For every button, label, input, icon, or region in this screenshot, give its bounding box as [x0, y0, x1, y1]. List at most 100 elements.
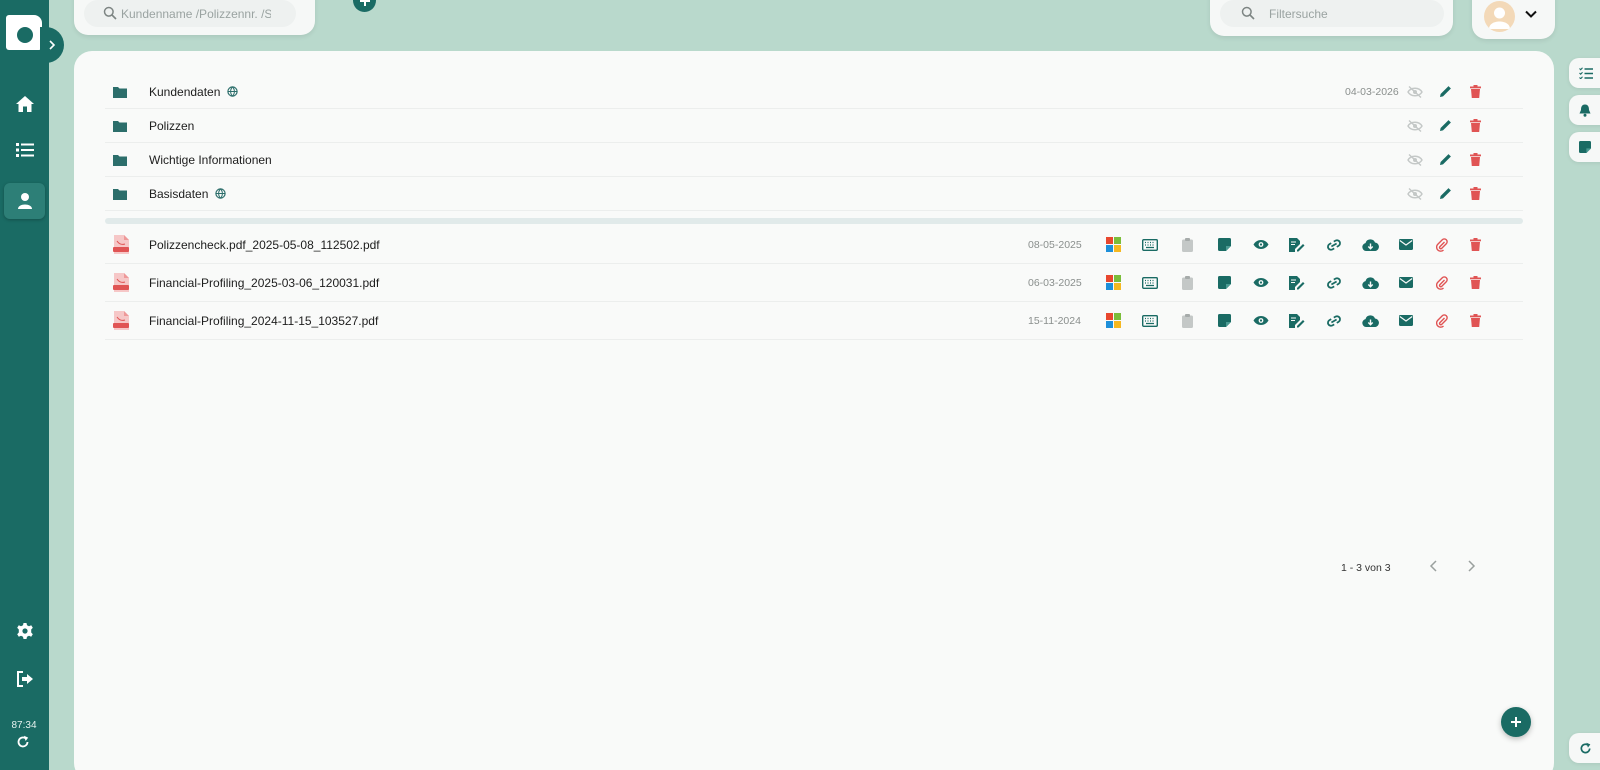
paperclip-icon: [1436, 275, 1448, 290]
keyboard-button[interactable]: [1139, 272, 1161, 294]
email-button[interactable]: [1395, 234, 1417, 256]
preview-button[interactable]: [1250, 310, 1272, 332]
delete-button[interactable]: [1464, 183, 1486, 205]
search-icon: [103, 6, 117, 20]
visibility-toggle-button[interactable]: [1404, 115, 1426, 137]
edit-button[interactable]: [1434, 115, 1456, 137]
folder-icon: [113, 86, 127, 98]
folder-name: Basisdaten: [149, 186, 209, 201]
attachment-button[interactable]: [1431, 272, 1453, 294]
previous-page-icon[interactable]: [1426, 558, 1442, 574]
file-row[interactable]: Polizzencheck.pdf_2025-05-08_112502.pdf …: [105, 226, 1523, 264]
sidebar-item-logout[interactable]: [4, 661, 45, 697]
sidebar-item-home[interactable]: [4, 86, 45, 122]
clipboard-button[interactable]: [1176, 234, 1198, 256]
folder-row[interactable]: Basisdaten: [105, 177, 1523, 211]
chevron-right-icon: [49, 40, 56, 50]
sticky-note-icon: [1579, 141, 1591, 153]
office-open-button[interactable]: [1102, 310, 1124, 332]
eye-slash-icon: [1407, 187, 1423, 200]
add-customer-button[interactable]: [353, 0, 376, 12]
keyboard-button[interactable]: [1139, 234, 1161, 256]
sign-button[interactable]: [1286, 234, 1308, 256]
windows-icon: [1105, 237, 1121, 252]
clipboard-button[interactable]: [1176, 272, 1198, 294]
sidebar-item-customer[interactable]: [4, 183, 45, 219]
sidebar-item-list[interactable]: [4, 132, 45, 168]
download-button[interactable]: [1359, 272, 1381, 294]
edit-button[interactable]: [1434, 183, 1456, 205]
envelope-icon: [1399, 277, 1413, 288]
file-row[interactable]: Financial-Profiling_2024-11-15_103527.pd…: [105, 302, 1523, 340]
file-signature-icon: [1289, 275, 1305, 290]
sign-button[interactable]: [1286, 272, 1308, 294]
email-button[interactable]: [1395, 310, 1417, 332]
eye-icon: [1253, 240, 1269, 249]
note-button[interactable]: [1213, 272, 1235, 294]
side-tab-tasks[interactable]: [1569, 58, 1600, 88]
file-row[interactable]: Financial-Profiling_2025-03-06_120031.pd…: [105, 264, 1523, 302]
folder-icon: [113, 120, 127, 132]
sidebar-expand-button[interactable]: [40, 27, 64, 63]
download-button[interactable]: [1359, 234, 1381, 256]
trash-icon: [1469, 314, 1481, 327]
office-open-button[interactable]: [1102, 234, 1124, 256]
chevron-down-icon: [1525, 10, 1537, 18]
pdf-file-icon: [113, 235, 129, 254]
delete-button[interactable]: [1464, 310, 1486, 332]
share-link-button[interactable]: [1323, 272, 1345, 294]
keyboard-button[interactable]: [1139, 310, 1161, 332]
keyboard-icon: [1142, 276, 1158, 289]
pdf-file-icon: [113, 311, 129, 330]
keyboard-icon: [1142, 314, 1158, 327]
side-tab-refresh[interactable]: [1569, 733, 1600, 763]
download-button[interactable]: [1359, 310, 1381, 332]
delete-button[interactable]: [1464, 81, 1486, 103]
edit-button[interactable]: [1434, 81, 1456, 103]
clipboard-icon: [1181, 237, 1193, 252]
folder-row[interactable]: Wichtige Informationen: [105, 143, 1523, 177]
session-timer: 87:34: [11, 720, 37, 731]
delete-button[interactable]: [1464, 234, 1486, 256]
filter-search-input[interactable]: [1269, 0, 1429, 27]
file-date: 08-05-2025: [1028, 238, 1082, 251]
attachment-button[interactable]: [1431, 310, 1453, 332]
folder-row[interactable]: Polizzen: [105, 109, 1523, 143]
edit-button[interactable]: [1434, 149, 1456, 171]
office-open-button[interactable]: [1102, 272, 1124, 294]
add-document-button[interactable]: [1501, 707, 1531, 737]
side-tab-notifications[interactable]: [1569, 95, 1600, 125]
side-tab-notes[interactable]: [1569, 132, 1600, 162]
email-button[interactable]: [1395, 272, 1417, 294]
eye-icon: [1253, 278, 1269, 287]
visibility-toggle-button[interactable]: [1404, 81, 1426, 103]
visibility-toggle-button[interactable]: [1404, 149, 1426, 171]
pencil-icon: [1439, 188, 1451, 199]
clipboard-icon: [1181, 313, 1193, 328]
note-button[interactable]: [1213, 310, 1235, 332]
delete-button[interactable]: [1464, 115, 1486, 137]
visibility-toggle-button[interactable]: [1404, 183, 1426, 205]
attachment-button[interactable]: [1431, 234, 1453, 256]
refresh-icon[interactable]: [16, 735, 30, 749]
next-page-icon[interactable]: [1463, 558, 1479, 574]
clipboard-button[interactable]: [1176, 310, 1198, 332]
preview-button[interactable]: [1250, 234, 1272, 256]
pencil-icon: [1439, 154, 1451, 165]
cloud-download-icon: [1361, 314, 1379, 327]
folder-icon: [113, 188, 127, 200]
note-button[interactable]: [1213, 234, 1235, 256]
customer-search-input[interactable]: [121, 0, 271, 27]
folder-row[interactable]: Kundendaten 04-03-2026: [105, 75, 1523, 109]
trash-icon: [1469, 153, 1481, 166]
sidebar-item-settings[interactable]: [4, 613, 45, 649]
share-link-button[interactable]: [1323, 310, 1345, 332]
envelope-icon: [1399, 315, 1413, 326]
delete-button[interactable]: [1464, 272, 1486, 294]
user-menu[interactable]: [1472, 0, 1555, 39]
share-link-button[interactable]: [1323, 234, 1345, 256]
sign-button[interactable]: [1286, 310, 1308, 332]
delete-button[interactable]: [1464, 149, 1486, 171]
person-icon: [17, 193, 32, 209]
preview-button[interactable]: [1250, 272, 1272, 294]
